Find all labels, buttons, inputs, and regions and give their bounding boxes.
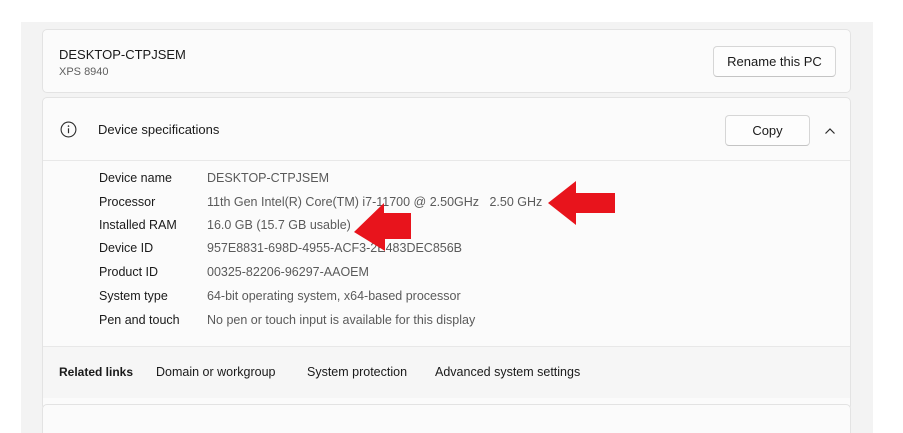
spec-value: DESKTOP-CTPJSEM	[207, 171, 330, 185]
domain-or-workgroup-link[interactable]: Domain or workgroup	[156, 365, 276, 379]
spec-value: No pen or touch input is available for t…	[207, 313, 476, 327]
spec-value: 16.0 GB (15.7 GB usable)	[207, 218, 351, 232]
device-specifications-list: Device name DESKTOP-CTPJSEM Processor 11…	[43, 161, 850, 346]
pc-name: DESKTOP-CTPJSEM	[59, 47, 186, 62]
spec-label: Installed RAM	[99, 218, 177, 232]
device-specifications-title: Device specifications	[98, 122, 220, 137]
related-links-title: Related links	[59, 365, 134, 379]
info-icon	[60, 121, 77, 138]
spec-label: Product ID	[99, 265, 159, 279]
spec-value: 957E8831-698D-4955-ACF3-2E483DEC856B	[207, 241, 463, 255]
pc-model: XPS 8940	[59, 66, 109, 78]
device-specifications-header[interactable]: Device specifications Copy	[43, 98, 850, 161]
related-links-bar: Related links Domain or workgroup System…	[43, 346, 850, 398]
spec-label: Processor	[99, 195, 156, 209]
spec-value: 64-bit operating system, x64-based proce…	[207, 289, 461, 303]
pc-name-card: DESKTOP-CTPJSEM XPS 8940 Rename this PC	[42, 29, 851, 93]
spec-value: 11th Gen Intel(R) Core(TM) i7-11700 @ 2.…	[207, 195, 543, 209]
rename-pc-button[interactable]: Rename this PC	[713, 46, 836, 77]
system-protection-link[interactable]: System protection	[307, 365, 407, 379]
spec-label: Pen and touch	[99, 313, 180, 327]
spec-label: System type	[99, 289, 168, 303]
advanced-system-settings-link[interactable]: Advanced system settings	[435, 365, 580, 379]
chevron-up-icon	[825, 127, 835, 134]
copy-button[interactable]: Copy	[725, 115, 810, 146]
collapse-button[interactable]	[815, 115, 845, 146]
next-settings-card[interactable]	[42, 404, 851, 433]
spec-label: Device name	[99, 171, 172, 185]
device-specifications-card: Device specifications Copy Device name D…	[42, 97, 851, 410]
settings-window: DESKTOP-CTPJSEM XPS 8940 Rename this PC …	[0, 0, 903, 433]
spec-label: Device ID	[99, 241, 154, 255]
spec-value: 00325-82206-96297-AAOEM	[207, 265, 369, 279]
